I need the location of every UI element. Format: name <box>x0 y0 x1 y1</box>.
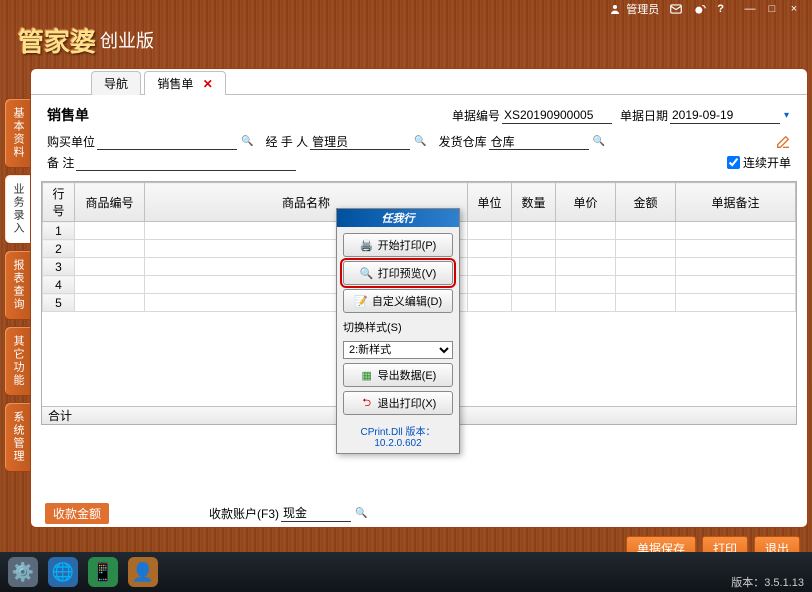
style-select[interactable]: 2:新样式 <box>343 341 453 359</box>
start-print-button[interactable]: 🖨️ 开始打印(P) <box>343 233 453 257</box>
handler-label: 经 手 人 <box>265 133 308 150</box>
tab-navigation[interactable]: 导航 <box>91 71 141 95</box>
sidetab-basic-data[interactable]: 基本资料 <box>4 98 30 168</box>
printer-icon: 🖨️ <box>360 238 374 252</box>
tab-close-icon[interactable]: ✕ <box>203 77 213 91</box>
buyer-label: 购买单位 <box>47 133 95 150</box>
taskbar-icon-2[interactable]: 🌐 <box>48 557 78 587</box>
doc-date-label: 单据日期 <box>620 107 668 124</box>
switch-style-label: 切换样式(S) <box>343 317 453 337</box>
receive-amount-label: 收款金额 <box>45 503 109 524</box>
excel-icon: ▦ <box>360 368 374 382</box>
sidetab-report-query[interactable]: 报表查询 <box>4 250 30 320</box>
edit-template-icon: 📝 <box>354 294 368 308</box>
col-row-no: 行号 <box>43 183 75 222</box>
sidetab-business-entry[interactable]: 业务录入 <box>4 174 30 244</box>
handler-lookup-icon[interactable]: 🔍 <box>412 136 428 147</box>
col-qty: 数量 <box>512 183 556 222</box>
export-data-button[interactable]: ▦ 导出数据(E) <box>343 363 453 387</box>
app-logo: 管家婆 创业版 <box>0 16 812 64</box>
weibo-icon[interactable] <box>693 2 707 16</box>
handler-input[interactable] <box>310 133 410 150</box>
taskbar: ⚙️ 🌐 📱 👤 版本：3.5.1.13 <box>0 552 812 592</box>
warehouse-input[interactable] <box>489 133 589 150</box>
exit-icon: ⮌ <box>360 396 374 410</box>
col-product-code: 商品编号 <box>75 183 145 222</box>
warehouse-label: 发货仓库 <box>439 133 487 150</box>
close-button[interactable]: × <box>786 3 802 15</box>
taskbar-icon-1[interactable]: ⚙️ <box>8 557 38 587</box>
doc-no-label: 单据编号 <box>452 107 500 124</box>
taskbar-icon-3[interactable]: 📱 <box>88 557 118 587</box>
remark-input[interactable] <box>76 154 296 171</box>
print-dll-version: CPrint.Dll 版本：10.2.0.602 <box>337 421 459 453</box>
warehouse-lookup-icon[interactable]: 🔍 <box>591 136 607 147</box>
maximize-button[interactable]: □ <box>764 3 780 15</box>
receive-account-input[interactable] <box>281 505 351 522</box>
sidetab-other-functions[interactable]: 其它功能 <box>4 326 30 396</box>
col-unit: 单位 <box>468 183 512 222</box>
doc-no-input[interactable] <box>502 107 612 124</box>
col-price: 单价 <box>556 183 616 222</box>
receive-account-lookup-icon[interactable]: 🔍 <box>353 508 369 519</box>
sidetab-system-manage[interactable]: 系统管理 <box>4 402 30 472</box>
user-menu[interactable]: 管理员 <box>608 1 659 17</box>
print-preview-button[interactable]: 🔍 打印预览(V) <box>343 261 453 285</box>
page-title: 销售单 <box>47 105 89 125</box>
date-dropdown-icon[interactable]: ▾ <box>782 110 791 121</box>
help-button[interactable]: ? <box>717 3 724 15</box>
col-line-remark: 单据备注 <box>676 183 796 222</box>
preview-icon: 🔍 <box>360 266 374 280</box>
edit-icon[interactable] <box>775 134 791 150</box>
minimize-button[interactable]: — <box>742 3 758 15</box>
doc-date-input[interactable] <box>670 107 780 124</box>
taskbar-icon-4[interactable]: 👤 <box>128 557 158 587</box>
tab-sales-order[interactable]: 销售单 ✕ <box>144 71 225 95</box>
receive-account-label: 收款账户(F3) <box>209 505 279 522</box>
buyer-lookup-icon[interactable]: 🔍 <box>239 136 255 147</box>
buyer-input[interactable] <box>97 133 237 150</box>
exit-print-button[interactable]: ⮌ 退出打印(X) <box>343 391 453 415</box>
user-label: 管理员 <box>626 1 659 17</box>
col-amount: 金额 <box>616 183 676 222</box>
print-dialog: 任我行 🖨️ 开始打印(P) 🔍 打印预览(V) 📝 自定义编辑(D) 切换样式… <box>336 208 460 454</box>
remark-label: 备 注 <box>47 154 74 171</box>
continuous-checkbox[interactable]: 连续开单 <box>727 154 791 171</box>
custom-edit-button[interactable]: 📝 自定义编辑(D) <box>343 289 453 313</box>
mail-icon[interactable] <box>669 2 683 16</box>
user-icon <box>608 2 622 16</box>
version-label: 版本：3.5.1.13 <box>731 574 804 590</box>
print-dialog-banner: 任我行 <box>337 209 459 227</box>
